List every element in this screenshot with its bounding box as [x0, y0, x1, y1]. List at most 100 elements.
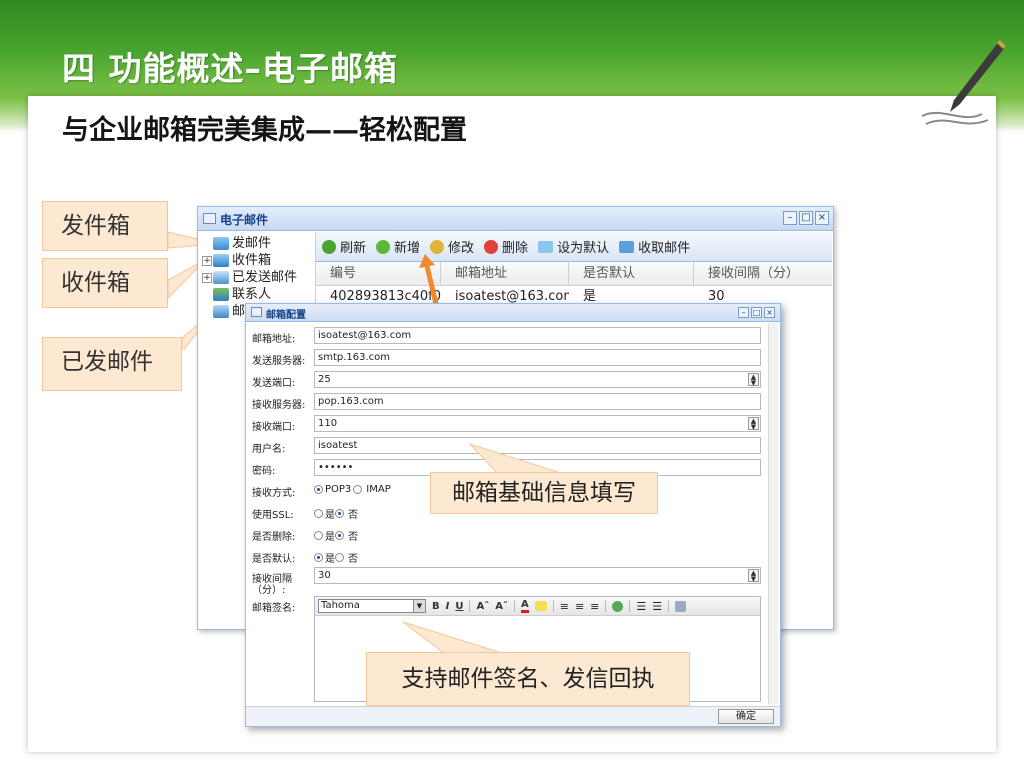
toolbar-divider — [513, 600, 515, 612]
email-window-titlebar[interactable]: 电子邮件 – □ × — [198, 207, 833, 231]
pop-port-stepper[interactable]: 110 ▲ ▼ — [314, 415, 761, 432]
spinner-icon[interactable]: ▲ ▼ — [748, 417, 759, 431]
dialog-footer: 确定 — [246, 706, 780, 726]
refresh-label: 刷新 — [340, 241, 367, 256]
callout-outbox-text: 发件箱 — [61, 213, 130, 239]
highlight-icon[interactable] — [534, 601, 547, 611]
tree-item-label: 联系人 — [232, 287, 272, 302]
tree-item-contacts[interactable]: 联系人 — [202, 286, 316, 303]
ok-button[interactable]: 确定 — [718, 709, 774, 724]
receive-method-label: 接收方式: — [252, 488, 296, 499]
expand-icon[interactable]: + — [202, 272, 212, 283]
radio-imap[interactable] — [353, 485, 363, 494]
pen-icon — [921, 40, 1006, 125]
config-icon — [213, 305, 229, 318]
refresh-button[interactable]: 刷新 — [322, 237, 366, 256]
smtp-port-value: 25 — [318, 374, 331, 385]
smtp-label: 发送服务器: — [252, 356, 306, 367]
radio-delete-no[interactable] — [335, 531, 344, 540]
tree-item-label: 已发送邮件 — [232, 270, 298, 285]
set-default-button[interactable]: 设为默认 — [538, 237, 609, 256]
add-button[interactable]: 新增 — [376, 237, 420, 256]
radio-ssl-yes[interactable] — [314, 509, 323, 518]
radio-pop3[interactable] — [314, 485, 323, 494]
delete-button[interactable]: 删除 — [484, 237, 528, 256]
font-color-button[interactable]: A — [520, 599, 529, 613]
dialog-scrollbar[interactable] — [768, 323, 778, 704]
underline-button[interactable]: U — [455, 601, 463, 612]
radio-yes-label: 是 — [325, 532, 335, 543]
radio-default-yes[interactable] — [314, 553, 323, 562]
italic-button[interactable]: I — [446, 601, 450, 612]
tree-item-label: 邮 — [232, 304, 246, 319]
column-header-address[interactable]: 邮箱地址 — [441, 262, 569, 285]
link-icon[interactable] — [612, 600, 624, 612]
tree-item-sent[interactable]: + 已发送邮件 — [202, 269, 316, 286]
set-default-label: 设为默认 — [557, 241, 610, 256]
mail-icon — [203, 213, 216, 224]
chevron-down-icon: ▼ — [413, 600, 425, 612]
ssl-group: 是 否 — [314, 506, 358, 521]
tree-item-inbox[interactable]: + 收件箱 — [202, 252, 316, 269]
radio-no-label: 否 — [348, 532, 358, 543]
pop-label: 接收服务器: — [252, 400, 306, 411]
toolbar-divider — [668, 600, 670, 612]
email-field[interactable]: isoatest@163.com — [314, 327, 761, 344]
align-center-icon[interactable]: ≡ — [575, 600, 584, 613]
default-label: 是否默认: — [252, 554, 296, 565]
radio-default-no[interactable] — [335, 553, 344, 562]
align-left-icon[interactable]: ≡ — [560, 600, 569, 613]
font-select[interactable]: Tahoma ▼ — [318, 599, 426, 613]
callout-inbox-text: 收件箱 — [61, 270, 130, 296]
smtp-field[interactable]: smtp.163.com — [314, 349, 761, 366]
dialog-close-button[interactable]: × — [764, 307, 775, 318]
delete-label: 是否删除: — [252, 532, 296, 543]
column-header-interval[interactable]: 接收间隔（分） — [694, 262, 832, 285]
callout-inbox: 收件箱 — [42, 258, 168, 308]
shrink-font-button[interactable]: Aˇ — [495, 601, 508, 612]
maximize-button[interactable]: □ — [799, 211, 813, 225]
receive-method-group: POP3 IMAP — [314, 484, 391, 495]
email-label: 邮箱地址: — [252, 334, 296, 345]
grow-font-button[interactable]: Aˆ — [476, 601, 489, 612]
radio-no-label: 否 — [348, 554, 358, 565]
toolbar-divider — [629, 600, 631, 612]
close-button[interactable]: × — [815, 211, 829, 225]
minimize-button[interactable]: – — [783, 211, 797, 225]
mail-toolbar: 刷新 新增 修改 删除 设为默认 收取邮件 — [316, 232, 832, 262]
source-edit-icon[interactable] — [675, 600, 687, 612]
dialog-titlebar[interactable]: 邮箱配置 – □ × — [246, 304, 780, 322]
align-right-icon[interactable]: ≡ — [590, 600, 599, 613]
spinner-icon[interactable]: ▲ ▼ — [748, 373, 759, 387]
edit-label: 修改 — [448, 241, 475, 256]
interval-stepper[interactable]: 30 ▲ ▼ — [314, 567, 761, 584]
receive-mail-button[interactable]: 收取邮件 — [619, 237, 690, 256]
bullet-list-icon[interactable]: ☰ — [652, 600, 662, 613]
bold-button[interactable]: B — [432, 601, 440, 612]
radio-yes-label: 是 — [325, 554, 335, 565]
slide-subtitle: 与企业邮箱完美集成——轻松配置 — [62, 115, 467, 146]
ordered-list-icon[interactable]: ☰ — [636, 600, 646, 613]
radio-ssl-no[interactable] — [335, 509, 344, 518]
add-icon — [376, 239, 391, 254]
grid-header: 编号 邮箱地址 是否默认 接收间隔（分） — [316, 262, 832, 286]
dialog-title: 邮箱配置 — [266, 310, 306, 321]
default-group: 是 否 — [314, 550, 358, 565]
password-label: 密码: — [252, 466, 276, 477]
username-label: 用户名: — [252, 444, 286, 455]
smtp-port-stepper[interactable]: 25 ▲ ▼ — [314, 371, 761, 388]
delete-group: 是 否 — [314, 528, 358, 543]
inbox-icon — [213, 254, 229, 267]
pop-field[interactable]: pop.163.com — [314, 393, 761, 410]
delete-label: 删除 — [502, 241, 529, 256]
dialog-maximize-button[interactable]: □ — [751, 307, 762, 318]
spinner-icon[interactable]: ▲ ▼ — [748, 569, 759, 583]
radio-delete-yes[interactable] — [314, 531, 323, 540]
toolbar-divider — [469, 600, 471, 612]
slide-title: 四 功能概述–电子邮箱 — [62, 49, 398, 88]
column-header-default[interactable]: 是否默认 — [569, 262, 694, 285]
expand-icon[interactable]: + — [202, 255, 212, 266]
tree-item-compose[interactable]: 发邮件 — [202, 235, 316, 252]
dialog-minimize-button[interactable]: – — [738, 307, 749, 318]
smtp-port-label: 发送端口: — [252, 378, 296, 389]
